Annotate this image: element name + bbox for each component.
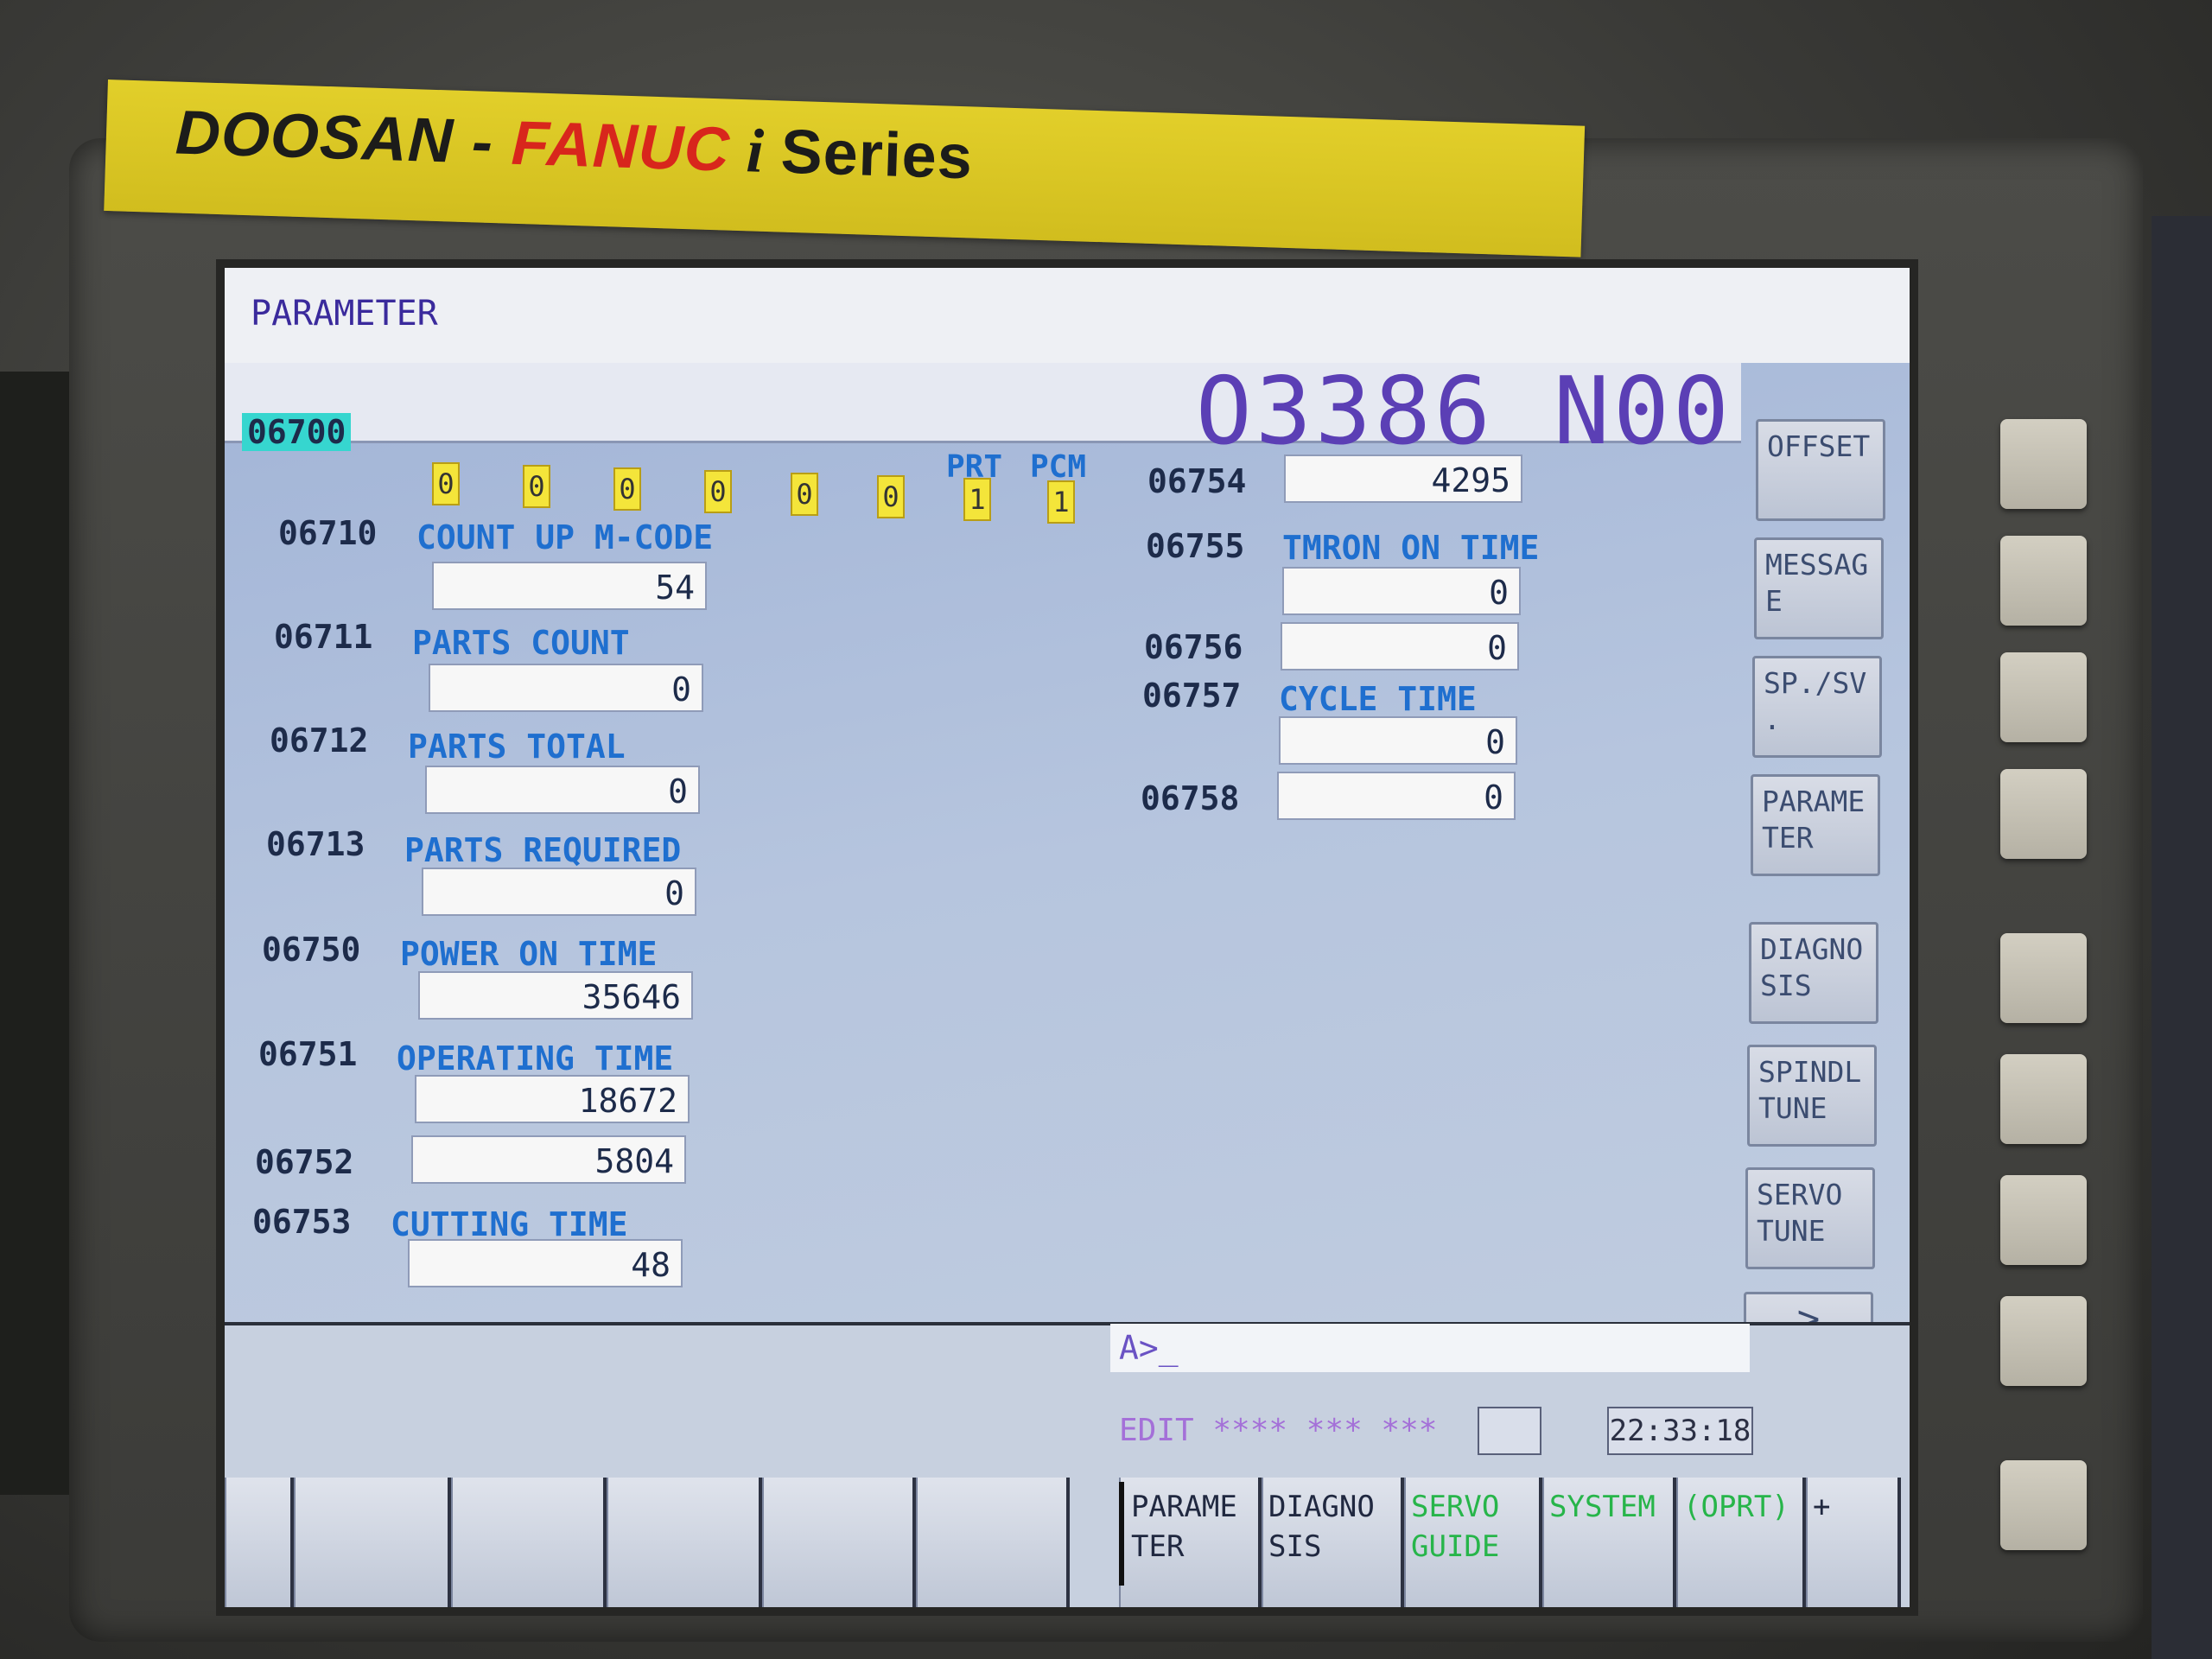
softkey-servo-tune[interactable]: SERVO TUNE (1745, 1167, 1875, 1269)
softkey-diagnosis[interactable]: DIAGNO SIS (1749, 922, 1878, 1024)
softkey-blank[interactable] (916, 1478, 1070, 1607)
softkey-blank[interactable] (451, 1478, 607, 1607)
brand-doosan: DOOSAN (174, 98, 455, 176)
param-name: CYCLE TIME (1279, 680, 1477, 718)
param-name: POWER ON TIME (400, 935, 658, 973)
bit-2[interactable]: 0 (877, 475, 905, 518)
selected-param-number[interactable]: 06700 (242, 413, 352, 451)
param-value-06751[interactable]: 18672 (415, 1075, 690, 1123)
softkey-blank[interactable] (225, 1478, 294, 1607)
softkey-parameter[interactable]: PARAME TER (1751, 774, 1880, 876)
param-number: 06712 (270, 721, 369, 760)
command-input[interactable]: A>_ (1110, 1324, 1750, 1372)
param-name: PARTS COUNT (412, 624, 630, 662)
param-value-06755[interactable]: 0 (1282, 567, 1521, 615)
softkey-offset[interactable]: OFFSET (1756, 419, 1885, 521)
program-number: O3386 N00 (1195, 358, 1732, 466)
param-value-06750[interactable]: 35646 (418, 971, 693, 1020)
param-number: 06711 (274, 618, 373, 656)
bit-4[interactable]: 0 (704, 470, 732, 513)
softkey-message[interactable]: MESSAG E (1754, 537, 1884, 639)
physical-softkey-6[interactable] (2000, 1054, 2087, 1144)
brand-series: Series (779, 117, 975, 193)
side-panel (2152, 216, 2212, 1659)
param-name: COUNT UP M-CODE (416, 518, 714, 556)
physical-softkey-8[interactable] (2000, 1296, 2087, 1386)
physical-softkey-1[interactable] (2000, 419, 2087, 509)
param-value-06713[interactable]: 0 (422, 868, 696, 916)
softkey-spindle-tune[interactable]: SPINDL TUNE (1747, 1045, 1877, 1147)
param-number: 06754 (1147, 462, 1247, 500)
softkey-sp-sv[interactable]: SP./SV . (1752, 656, 1882, 758)
param-number: 06710 (278, 514, 378, 552)
physical-softkey-2[interactable] (2000, 536, 2087, 626)
bit-7[interactable]: 0 (432, 462, 460, 505)
softkey-h-oprt-label: (OPRT) (1683, 1490, 1789, 1524)
param-number: 06755 (1146, 527, 1245, 565)
param-value-06712[interactable]: 0 (425, 766, 700, 814)
param-value-06757[interactable]: 0 (1279, 716, 1517, 765)
param-value-06756[interactable]: 0 (1281, 622, 1519, 671)
softkey-blank[interactable] (294, 1478, 451, 1607)
param-number: 06750 (262, 931, 361, 969)
param-number: 06757 (1142, 677, 1242, 715)
param-value-06758[interactable]: 0 (1277, 772, 1516, 820)
brand-logo: DOOSAN - FANUC i Series (175, 98, 974, 194)
physical-softkey-5[interactable] (2000, 933, 2087, 1023)
physical-softkey-7[interactable] (2000, 1175, 2087, 1265)
brand-fanuc: FANUC (510, 108, 732, 185)
param-number: 06752 (255, 1143, 354, 1181)
screen-title: PARAMETER (251, 294, 438, 334)
param-number: 06713 (266, 825, 365, 863)
param-number: 06751 (258, 1035, 358, 1073)
bit-3[interactable]: 0 (791, 473, 818, 516)
softkey-h-diagnosis-label: DIAGNO SIS (1268, 1490, 1375, 1564)
program-band: O3386 N00 (225, 358, 1741, 466)
status-box (1478, 1407, 1541, 1455)
param-value-06754[interactable]: 4295 (1284, 454, 1522, 503)
param-name: PARTS TOTAL (408, 728, 626, 766)
brand-sep: - (452, 106, 513, 178)
cnc-screen: PARAMETER O3386 N00 06700 PRT PCM 0 0 0 … (216, 259, 1918, 1616)
param-name: CUTTING TIME (391, 1205, 628, 1243)
brand-i: i (728, 115, 783, 187)
bit-5[interactable]: 0 (613, 467, 641, 511)
softkey-h-parameter-label: PARAME TER (1119, 1482, 1262, 1586)
title-bar: PARAMETER (225, 268, 1910, 363)
param-number: 06756 (1144, 628, 1243, 666)
bit-1[interactable]: 1 (963, 478, 991, 521)
param-value-06752[interactable]: 5804 (411, 1135, 686, 1184)
softkey-h-system-label: SYSTEM (1549, 1490, 1656, 1524)
bit-6[interactable]: 0 (523, 465, 550, 508)
physical-softkey-4[interactable] (2000, 769, 2087, 859)
param-name: PARTS REQUIRED (404, 831, 682, 869)
param-number: 06758 (1141, 779, 1240, 817)
param-value-06710[interactable]: 54 (432, 562, 707, 610)
physical-softkey-9[interactable] (2000, 1460, 2087, 1550)
param-name: TMRON ON TIME (1282, 529, 1540, 567)
softkey-blank[interactable] (607, 1478, 762, 1607)
softkey-blank[interactable] (762, 1478, 916, 1607)
param-value-06711[interactable]: 0 (429, 664, 703, 712)
bit-0[interactable]: 1 (1047, 480, 1075, 524)
softkey-h-servo-guide-label: SERVO GUIDE (1411, 1490, 1500, 1564)
param-number: 06753 (252, 1203, 352, 1241)
clock: 22:33:18 (1607, 1407, 1753, 1455)
bit-label-pcm: PCM (1030, 449, 1087, 485)
physical-softkey-3[interactable] (2000, 652, 2087, 742)
param-value-06753[interactable]: 48 (408, 1239, 683, 1287)
param-name: OPERATING TIME (397, 1039, 674, 1077)
softkey-h-plus-label: + (1813, 1490, 1831, 1524)
